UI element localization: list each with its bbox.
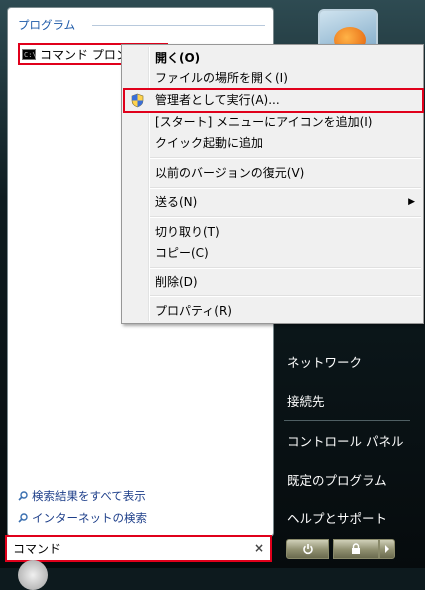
- internet-search-link[interactable]: インターネットの検索: [18, 510, 147, 526]
- submenu-arrow-icon: ▶: [408, 197, 415, 207]
- menu-item-open-location[interactable]: ファイルの場所を開く(I): [155, 68, 288, 88]
- clear-search-icon[interactable]: ×: [254, 541, 264, 555]
- section-header-programs: プログラム: [18, 18, 76, 32]
- search-all-link[interactable]: 検索結果をすべて表示: [18, 488, 146, 504]
- menu-gutter: [148, 47, 150, 321]
- lock-icon: [352, 543, 360, 554]
- menu-item-run-as-admin[interactable]: 管理者として実行(A)...: [123, 88, 424, 113]
- right-item-network[interactable]: ネットワーク: [287, 352, 362, 371]
- right-item-default-programs[interactable]: 既定のプログラム: [287, 470, 387, 489]
- menu-item-run-as-admin-label: 管理者として実行(A)...: [155, 93, 280, 107]
- menu-item-pin-start[interactable]: [スタート] メニューにアイコンを追加(I): [155, 112, 372, 132]
- internet-search-label: インターネットの検索: [32, 511, 147, 525]
- search-input[interactable]: [13, 537, 248, 560]
- start-menu-frame: プログラム C:\ コマンド プロンプト 検索結果をすべて表示 インターネットの…: [0, 0, 425, 590]
- lock-button[interactable]: [333, 539, 379, 559]
- magnifier-icon: [18, 491, 28, 501]
- power-icon: [302, 544, 313, 555]
- magnifier-icon: [18, 513, 28, 523]
- arrow-right-icon: [385, 545, 389, 553]
- right-item-control-panel[interactable]: コントロール パネル: [287, 431, 403, 450]
- search-box: ×: [5, 535, 272, 562]
- menu-item-restore-versions[interactable]: 以前のバージョンの復元(V): [155, 163, 304, 183]
- power-controls: [286, 539, 395, 559]
- menu-separator: [150, 187, 421, 189]
- menu-item-cut[interactable]: 切り取り(T): [155, 222, 220, 242]
- menu-separator: [150, 267, 421, 269]
- search-all-label: 検索結果をすべて表示: [32, 489, 146, 503]
- menu-item-quick-launch[interactable]: クイック起動に追加: [155, 133, 263, 153]
- context-menu: 開く(O) ファイルの場所を開く(I) 管理者として実行(A)... [スタート…: [121, 44, 424, 324]
- start-orb[interactable]: [18, 560, 48, 590]
- section-divider: [92, 25, 265, 26]
- right-item-connect-to[interactable]: 接続先: [287, 391, 325, 410]
- power-button[interactable]: [286, 539, 329, 559]
- right-panel-divider: [284, 420, 410, 421]
- menu-item-copy[interactable]: コピー(C): [155, 243, 209, 263]
- menu-separator: [150, 216, 421, 218]
- menu-item-delete[interactable]: 削除(D): [155, 272, 198, 292]
- menu-item-properties[interactable]: プロパティ(R): [155, 301, 232, 321]
- menu-item-open[interactable]: 開く(O): [155, 48, 200, 68]
- menu-separator: [150, 295, 421, 297]
- menu-item-send-to[interactable]: 送る(N): [155, 192, 197, 212]
- right-item-help-support[interactable]: ヘルプとサポート: [287, 508, 387, 527]
- menu-separator: [150, 157, 421, 159]
- more-options-button[interactable]: [379, 539, 395, 559]
- console-icon: C:\: [22, 48, 37, 60]
- shield-icon: [131, 93, 144, 108]
